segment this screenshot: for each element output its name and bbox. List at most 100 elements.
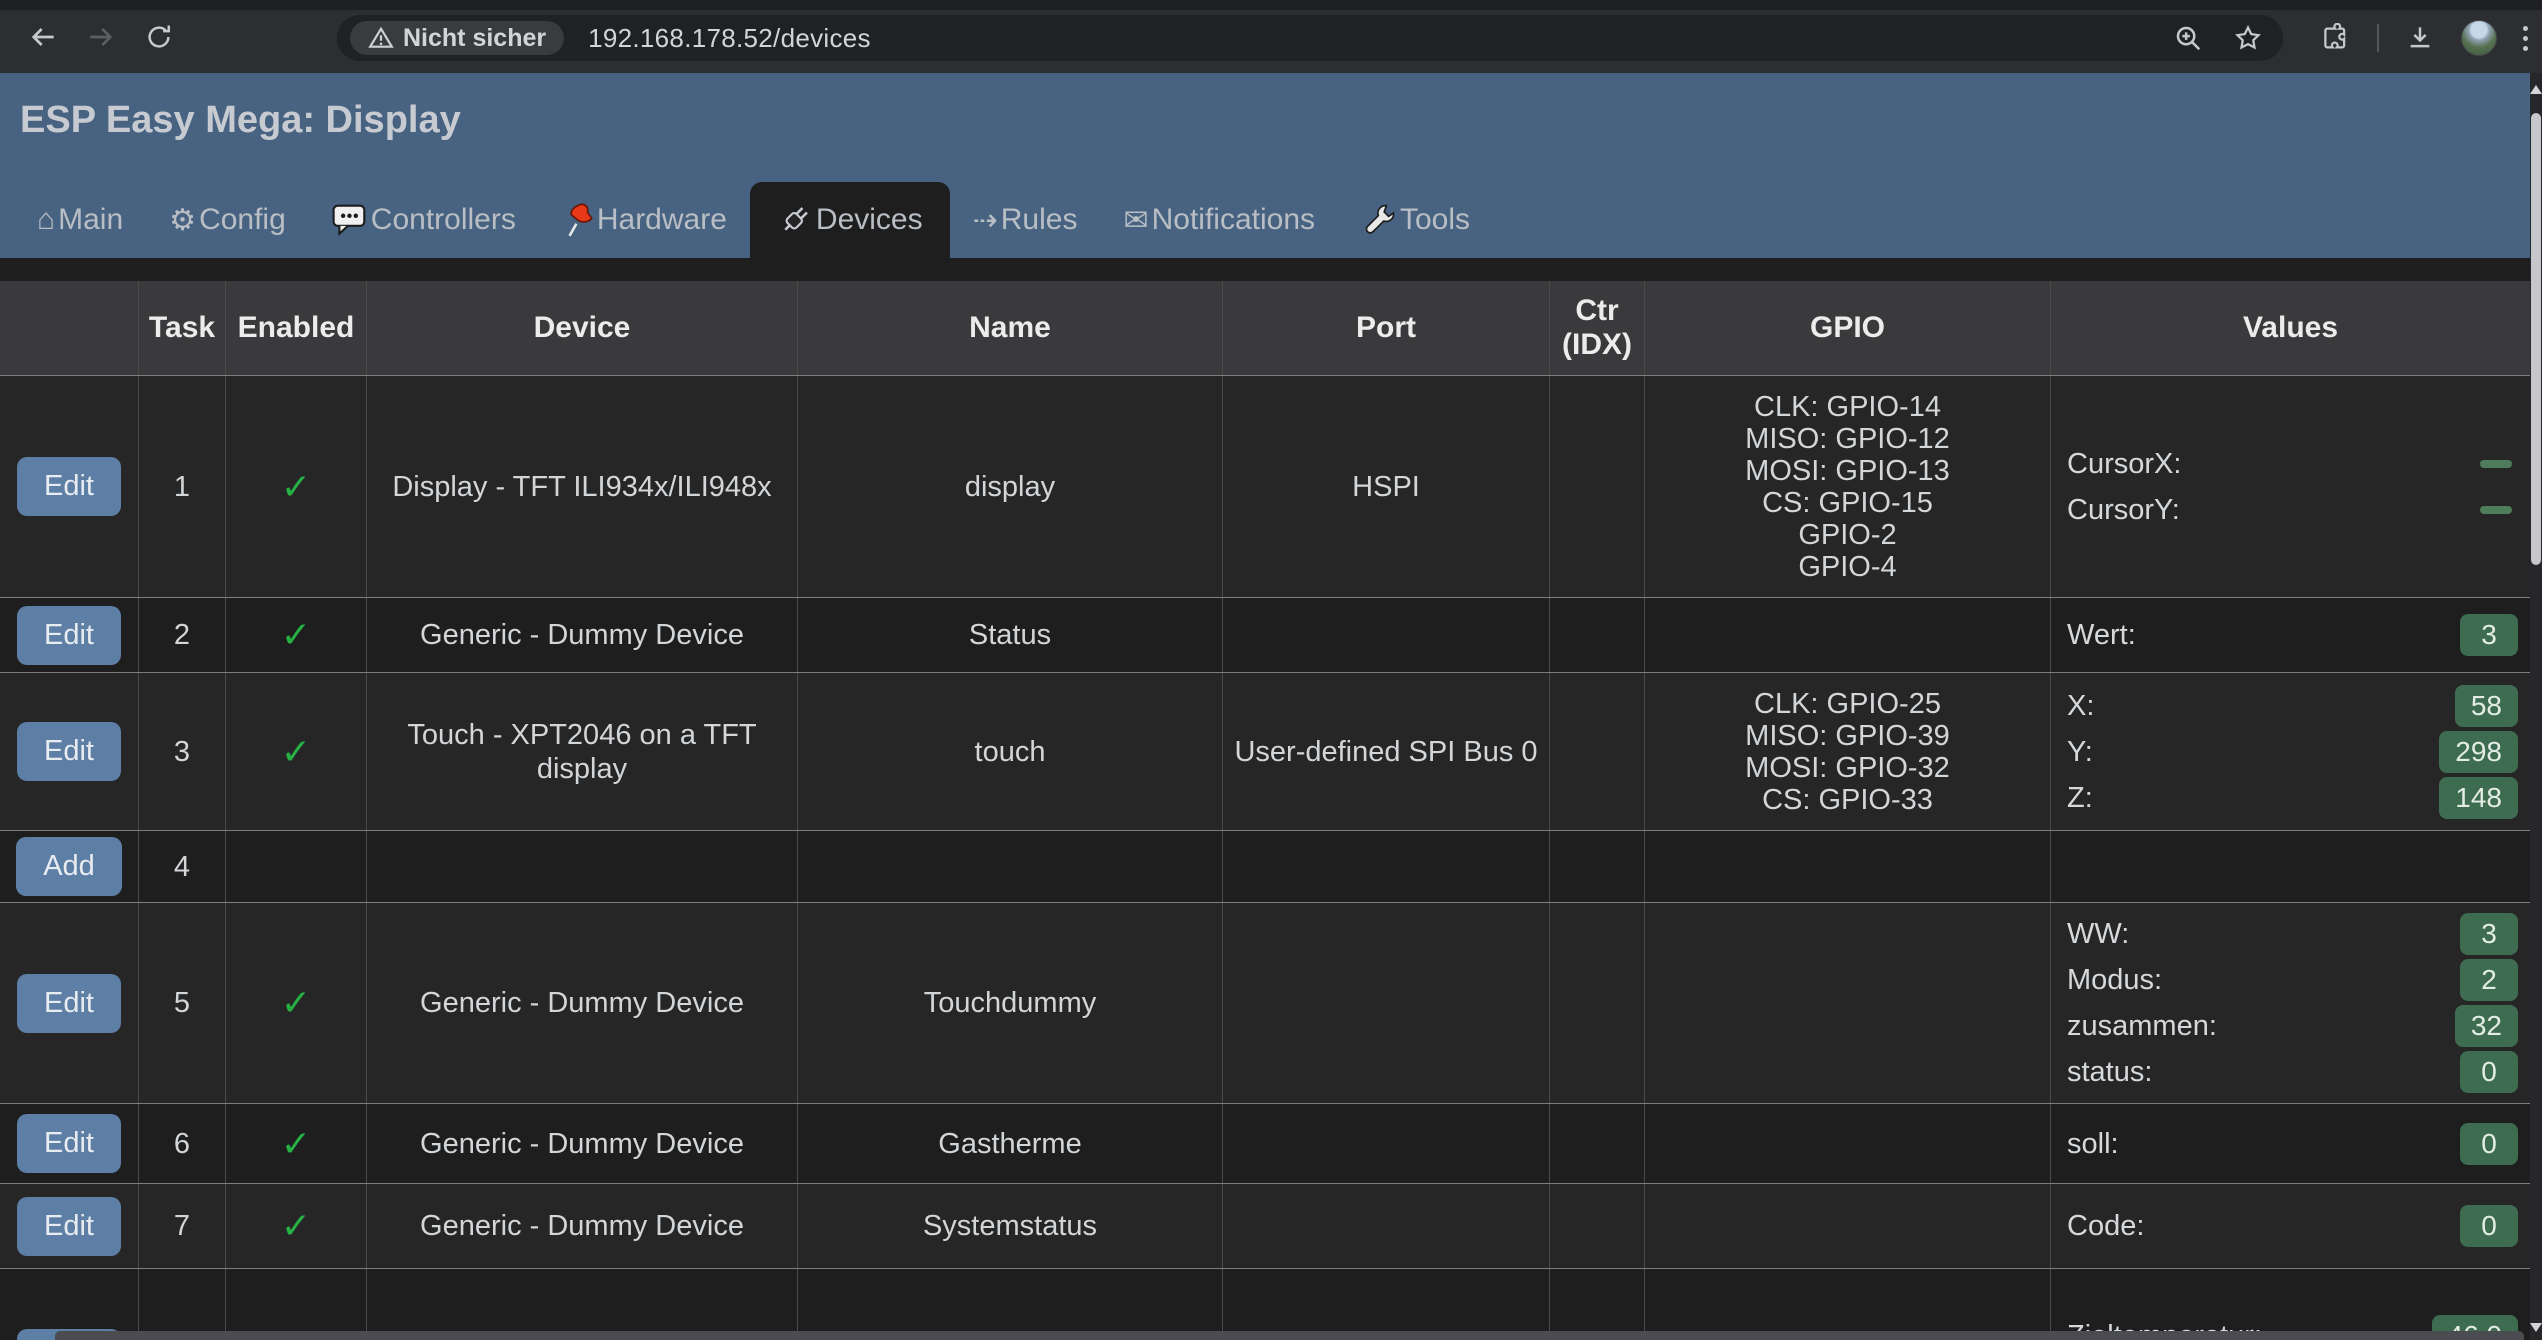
value-badge: 2 xyxy=(2460,959,2518,1001)
devices-table: TaskEnabledDeviceNamePortCtr (IDX)GPIOVa… xyxy=(0,281,2530,1340)
empty-value-dash xyxy=(2480,460,2512,468)
scroll-down-icon[interactable] xyxy=(2530,1323,2542,1332)
gpio-cell xyxy=(1645,1269,2051,1340)
tab-label: Config xyxy=(199,203,286,237)
device-name: Status xyxy=(798,598,1223,672)
table-row: Edit2✓Generic - Dummy DeviceStatusWert:3 xyxy=(0,597,2530,672)
task-number: 7 xyxy=(139,1184,226,1268)
pushpin-icon xyxy=(562,202,594,238)
edit-button[interactable]: Edit xyxy=(17,606,121,665)
enabled-cell xyxy=(226,831,367,902)
action-cell: Edit xyxy=(0,1104,139,1183)
value-badge: 3 xyxy=(2460,614,2518,656)
value-label: soll: xyxy=(2067,1127,2119,1161)
tab-tools[interactable]: Tools xyxy=(1338,182,1493,258)
vertical-scrollbar[interactable] xyxy=(2530,73,2542,1340)
add-button[interactable]: Add xyxy=(16,837,122,896)
task-number: 3 xyxy=(139,673,226,830)
enabled-check-icon: ✓ xyxy=(281,1209,311,1243)
ctr-idx-cell xyxy=(1550,831,1645,902)
url-bar[interactable]: Nicht sicher 192.168.178.52/devices xyxy=(337,15,2283,61)
table-row: Edit8✓Generic - MQTT ImportZieltemperatu… xyxy=(0,1268,2530,1340)
port-cell xyxy=(1223,1184,1550,1268)
ctr-idx-cell xyxy=(1550,376,1645,597)
security-chip[interactable]: Nicht sicher xyxy=(350,21,564,55)
chat-bubble-icon xyxy=(332,204,368,236)
value-line: zusammen:32 xyxy=(2067,1003,2518,1049)
column-header: Name xyxy=(798,281,1223,375)
enabled-cell: ✓ xyxy=(226,1184,367,1268)
mail-icon: ✉ xyxy=(1123,203,1148,238)
gpio-cell xyxy=(1645,1104,2051,1183)
device-type xyxy=(367,831,798,902)
scroll-up-icon[interactable] xyxy=(2530,85,2542,94)
device-type: Display - TFT ILI934x/ILI948x xyxy=(367,376,798,597)
task-number: 8 xyxy=(139,1269,226,1340)
tab-label: Devices xyxy=(816,203,923,237)
device-name: Touchdummy xyxy=(798,903,1223,1103)
port-cell xyxy=(1223,831,1550,902)
edit-button[interactable]: Edit xyxy=(17,1197,121,1256)
column-header: Task xyxy=(139,281,226,375)
column-header: Values xyxy=(2051,281,2530,375)
value-line: Wert:3 xyxy=(2067,612,2518,658)
forward-icon[interactable] xyxy=(82,18,120,56)
tab-rules[interactable]: ⇢Rules xyxy=(950,182,1101,258)
tab-devices[interactable]: Devices xyxy=(750,182,950,258)
enabled-cell: ✓ xyxy=(226,673,367,830)
value-badge: 0 xyxy=(2460,1051,2518,1093)
enabled-check-icon: ✓ xyxy=(281,470,311,504)
values-cell: Code:0 xyxy=(2051,1184,2530,1268)
main-nav: ⌂Main⚙ConfigControllersHardwareDevices⇢R… xyxy=(0,182,1493,258)
port-cell xyxy=(1223,1104,1550,1183)
ctr-idx-cell xyxy=(1550,1104,1645,1183)
tab-hardware[interactable]: Hardware xyxy=(539,182,750,258)
edit-button[interactable]: Edit xyxy=(17,1114,121,1173)
bookmark-star-icon[interactable] xyxy=(2233,23,2263,53)
extensions-icon[interactable] xyxy=(2321,23,2351,53)
url-text[interactable]: 192.168.178.52/devices xyxy=(588,23,871,54)
task-number: 6 xyxy=(139,1104,226,1183)
screen: Nicht sicher 192.168.178.52/devices xyxy=(0,0,2542,1340)
column-header: Port xyxy=(1223,281,1550,375)
value-label: Code: xyxy=(2067,1209,2144,1243)
edit-button[interactable]: Edit xyxy=(17,722,121,781)
ctr-idx-cell xyxy=(1550,598,1645,672)
value-label: status: xyxy=(2067,1055,2152,1089)
values-cell: WW:3Modus:2zusammen:32status:0 xyxy=(2051,903,2530,1103)
tab-config[interactable]: ⚙Config xyxy=(146,182,309,258)
back-icon[interactable] xyxy=(24,18,62,56)
edit-button[interactable]: Edit xyxy=(17,457,121,516)
action-cell: Edit xyxy=(0,1269,139,1340)
column-header: GPIO xyxy=(1645,281,2051,375)
tab-controllers[interactable]: Controllers xyxy=(309,182,539,258)
value-line: Z:148 xyxy=(2067,775,2518,821)
device-type: Generic - Dummy Device xyxy=(367,1104,798,1183)
values-cell: X:58Y:298Z:148 xyxy=(2051,673,2530,830)
value-line: Y:298 xyxy=(2067,729,2518,775)
values-cell xyxy=(2051,831,2530,902)
tab-label: Controllers xyxy=(371,203,516,237)
gear-icon: ⚙ xyxy=(169,203,196,238)
horizontal-scrollbar-thumb[interactable] xyxy=(55,1331,2524,1340)
tab-main[interactable]: ⌂Main xyxy=(14,182,146,258)
edit-button[interactable]: Edit xyxy=(17,974,121,1033)
reload-icon[interactable] xyxy=(140,18,178,56)
browser-toolbar: Nicht sicher 192.168.178.52/devices xyxy=(0,0,2542,73)
profile-avatar[interactable] xyxy=(2461,20,2497,56)
tab-notifications[interactable]: ✉Notifications xyxy=(1100,182,1338,258)
browser-menu-icon[interactable] xyxy=(2523,26,2528,51)
value-label: CursorY: xyxy=(2067,493,2180,527)
enabled-cell: ✓ xyxy=(226,598,367,672)
value-line: CursorX: xyxy=(2067,441,2518,487)
gpio-cell xyxy=(1645,903,2051,1103)
action-cell: Edit xyxy=(0,1184,139,1268)
tab-label: Tools xyxy=(1400,203,1470,237)
action-cell: Edit xyxy=(0,673,139,830)
zoom-icon[interactable] xyxy=(2173,23,2203,53)
download-icon[interactable] xyxy=(2405,23,2435,53)
rules-arrow-icon: ⇢ xyxy=(973,203,998,238)
value-badge: 0 xyxy=(2460,1123,2518,1165)
vertical-scrollbar-thumb[interactable] xyxy=(2531,113,2541,565)
port-cell xyxy=(1223,1269,1550,1340)
